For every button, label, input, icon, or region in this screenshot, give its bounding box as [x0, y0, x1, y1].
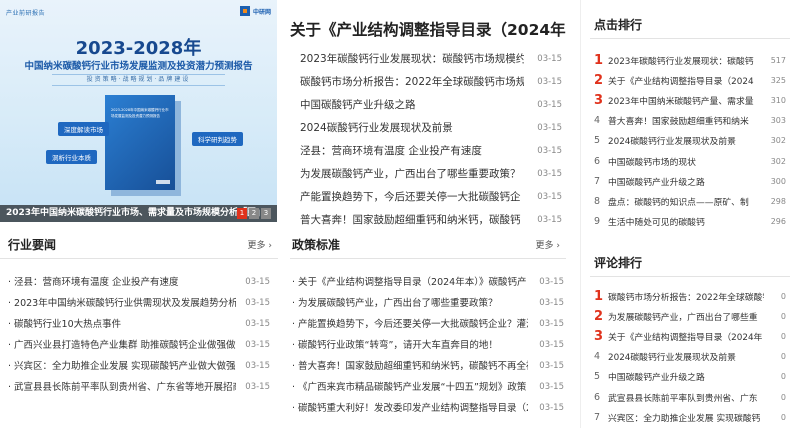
rank-item[interactable]: 6 武宣县县长陈前平率队到贵州省、广东 0 [594, 387, 786, 407]
list-item[interactable]: · 兴宾区：全力助推企业发展 实现碳酸钙产业做大做强 03-15 [8, 356, 270, 377]
comment-rank-title: 评论排行 [594, 256, 643, 270]
list-item[interactable]: · 碳酸钙行业政策“转弯”，请开大车直奔目的地！ 03-15 [292, 335, 564, 356]
rank-item[interactable]: 2 为发展碳酸钙产业，广西出台了哪些重 0 [594, 306, 786, 326]
list-item[interactable]: · 2023年中国纳米碳酸钙行业供需现状及发展趋势分析, 03-15 [8, 293, 270, 314]
pager-dot[interactable]: 3 [261, 208, 271, 219]
divider [590, 38, 790, 39]
list-item[interactable]: · 广西兴业县打造特色产业集群 助推碳酸钙企业做强做大 03-15 [8, 335, 270, 356]
list-item[interactable]: 产能置换趋势下，今后还要关停一大批碳酸钙企 03-15 [300, 186, 562, 209]
book-title: 2023-2028年中国纳米碳酸钙行业市场发展监测及投资潜力预测报告 [111, 108, 169, 118]
top-news-list: 2023年碳酸钙行业发展现状：碳酸钙市场规模约 03-15 碳酸钙市场分析报告：2… [300, 48, 562, 232]
rank-item[interactable]: 5 2024碳酸钙行业发展现状及前景 302 [594, 131, 786, 151]
rank-item[interactable]: 4 2024碳酸钙行业发展现状及前景 0 [594, 347, 786, 367]
logo-text: 中研网 [252, 8, 271, 16]
list-item[interactable]: · 碳酸钙重大利好！发改委印发产业结构调整指导目录（2 03-15 [292, 398, 564, 419]
list-item[interactable]: 泾县：营商环境有温度 企业投产有速度 03-15 [300, 140, 562, 163]
policy-header: 政策标准 更多 › [292, 236, 560, 260]
list-item[interactable]: · 武宣县县长陈前平率队到贵州省、广东省等地开展招商引 03-15 [8, 377, 270, 398]
hot-rank-title: 点击排行 [594, 18, 643, 32]
banner-pager: 1 2 3 [237, 208, 271, 219]
rank-item[interactable]: 6 中国碳酸钙市场的现状 302 [594, 151, 786, 171]
rank-item[interactable]: 7 中国碳酸钙产业升级之路 300 [594, 171, 786, 191]
pager-dot[interactable]: 1 [237, 208, 247, 219]
list-item[interactable]: · 产能置换趋势下，今后还要关停一大批碳酸钙企业？灌沮 03-15 [292, 314, 564, 335]
list-item[interactable]: 为发展碳酸钙产业，广西出台了哪些重要政策？ 03-15 [300, 163, 562, 186]
list-item[interactable]: 普大喜奔！国家鼓励超细重钙和纳米钙，碳酸钙 03-15 [300, 209, 562, 232]
divider [290, 258, 566, 259]
column-divider [580, 0, 581, 428]
banner-tag: 科学研判趋势 [192, 132, 243, 146]
more-link[interactable]: 更多 › [248, 238, 272, 251]
banner-logo: 中研网 [239, 6, 271, 16]
list-item[interactable]: · 《广西来宾市精品碳酸钙产业发展“十四五”规划》政策 03-15 [292, 377, 564, 398]
policy-list: · 关于《产业结构调整指导目录（2024年本）》碳酸钙产 03-15 · 为发展碳… [292, 272, 564, 419]
list-item[interactable]: · 碳酸钙行业10大热点事件 03-15 [8, 314, 270, 335]
list-item[interactable]: · 泾县：营商环境有温度 企业投产有速度 03-15 [8, 272, 270, 293]
comment-rank-list: 1 碳酸钙市场分析报告：2022年全球碳酸钙 0 2 为发展碳酸钙产业，广西出台了哪些… [594, 286, 786, 427]
rank-item[interactable]: 7 兴宾区：全力助推企业发展 实现碳酸钙 0 [594, 407, 786, 427]
list-item[interactable]: 2023年碳酸钙行业发展现状：碳酸钙市场规模约 03-15 [300, 48, 562, 71]
rank-item[interactable]: 4 普大喜奔！国家鼓励超细重钙和纳米 303 [594, 111, 786, 131]
list-item[interactable]: 中国碳酸钙产业升级之路 03-15 [300, 94, 562, 117]
featured-banner[interactable]: 产业前研报告 中研网 2023-2028年 中国纳米碳酸钙行业市场发展监测及投资… [0, 0, 277, 222]
divider [590, 276, 790, 277]
rank-item[interactable]: 8 盘点：碳酸钙的知识点——原矿、制 298 [594, 191, 786, 211]
section-title: 政策标准 [292, 238, 341, 252]
industry-news-list: · 泾县：营商环境有温度 企业投产有速度 03-15 · 2023年中国纳米碳酸钙… [8, 272, 270, 398]
list-item[interactable]: · 关于《产业结构调整指导目录（2024年本）》碳酸钙产 03-15 [292, 272, 564, 293]
pager-dot[interactable]: 2 [249, 208, 259, 219]
industry-news-header: 行业要闻 更多 › [8, 236, 272, 260]
divider [0, 258, 278, 259]
rank-item[interactable]: 1 2023年碳酸钙行业发展现状：碳酸钙 517 [594, 50, 786, 70]
list-item[interactable]: 碳酸钙市场分析报告：2022年全球碳酸钙市场规 03-15 [300, 71, 562, 94]
banner-tag: 洞析行业本质 [46, 150, 97, 164]
section-title: 行业要闻 [8, 238, 57, 252]
logo-icon [239, 6, 250, 16]
banner-subtitle: 中国纳米碳酸钙行业市场发展监测及投资潜力预测报告 [24, 61, 253, 72]
hot-rank-list: 1 2023年碳酸钙行业发展现状：碳酸钙 517 2 关于《产业结构调整指导目录（20… [594, 50, 786, 232]
more-link[interactable]: 更多 › [536, 238, 560, 251]
rank-item[interactable]: 9 生活中随处可见的碳酸钙 296 [594, 212, 786, 232]
rank-item[interactable]: 1 碳酸钙市场分析报告：2022年全球碳酸钙 0 [594, 286, 786, 306]
banner-title: 2023-2028年 [75, 38, 202, 59]
rank-item[interactable]: 2 关于《产业结构调整指导目录（2024 325 [594, 70, 786, 90]
report-book-image: 2023-2028年中国纳米碳酸钙行业市场发展监测及投资潜力预测报告 [105, 95, 175, 190]
list-item[interactable]: 2024碳酸钙行业发展现状及前景 03-15 [300, 117, 562, 140]
banner-caption[interactable]: 2023年中国纳米碳酸钙行业市场、需求量及市场规模分析「图」 [0, 205, 277, 222]
banner-tag: 深度解读市场 [58, 122, 109, 136]
banner-ribbon: 投资策略·战略规划·品牌建设 [52, 74, 225, 86]
list-item[interactable]: · 普大喜奔！国家鼓励超细重钙和纳米钙，碳酸钙不再全被 03-15 [292, 356, 564, 377]
banner-brand: 产业前研报告 [6, 10, 46, 17]
book-logo-icon [156, 180, 170, 184]
rank-item[interactable]: 3 关于《产业结构调整指导目录（2024年 0 [594, 326, 786, 346]
rank-item[interactable]: 3 2023年中国纳米碳酸钙产量、需求量 310 [594, 90, 786, 110]
rank-item[interactable]: 5 中国碳酸钙产业升级之路 0 [594, 367, 786, 387]
headline-link[interactable]: 关于《产业结构调整指导目录（2024年 [290, 18, 567, 40]
list-item[interactable]: · 为发展碳酸钙产业，广西出台了哪些重要政策？ 03-15 [292, 293, 564, 314]
